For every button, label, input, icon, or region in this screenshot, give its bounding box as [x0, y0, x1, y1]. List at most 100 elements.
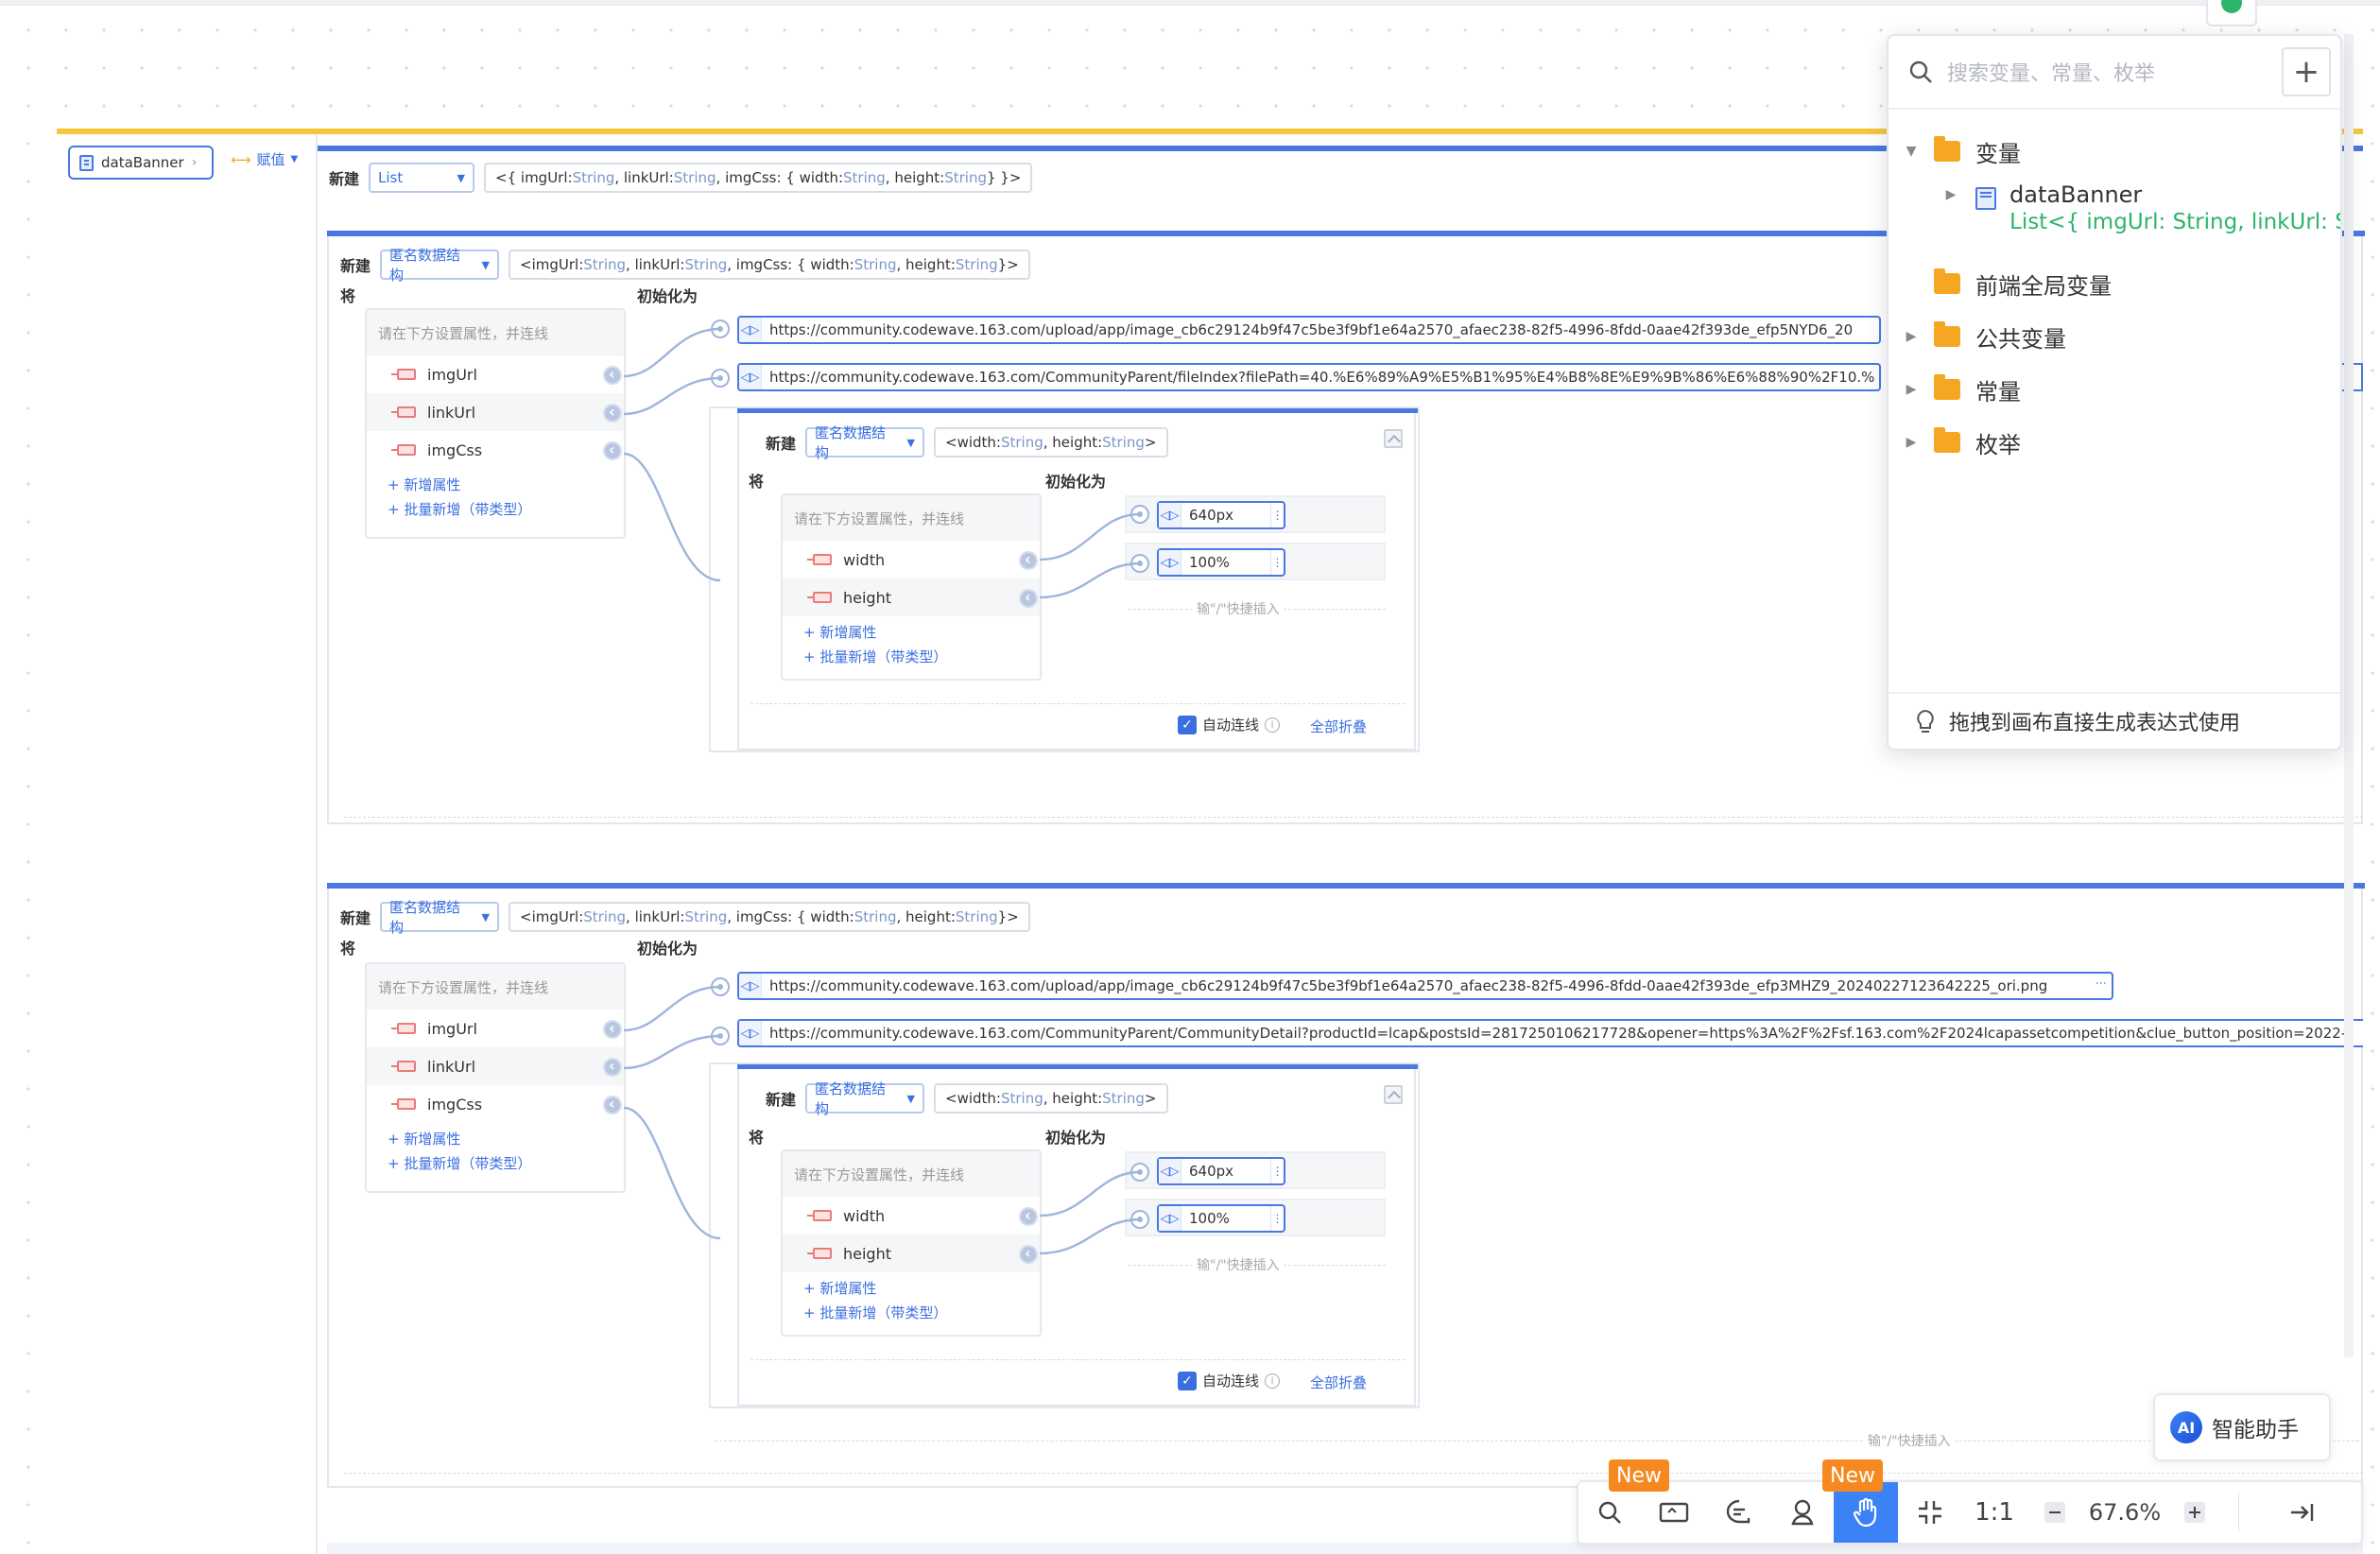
link-handle[interactable]	[603, 365, 622, 385]
quick-insert-hint[interactable]: 输"/"快捷插入	[1193, 1255, 1284, 1274]
assign-label: 赋值	[256, 151, 285, 168]
actual-size-label: 1:1	[1975, 1498, 2014, 1527]
link-handle[interactable]	[603, 1057, 622, 1077]
variable-search-input[interactable]: 搜索变量、常量、枚举	[1947, 57, 2155, 87]
more-icon[interactable]: ⋮	[1270, 1206, 1284, 1231]
add-property-link[interactable]: + 新增属性	[783, 620, 1040, 645]
url-value-field[interactable]: ◁▷ https://community.codewave.163.com/upl…	[737, 316, 1881, 344]
batch-add-link[interactable]: + 批量新增（带类型）	[367, 1151, 624, 1176]
fit-view-button[interactable]	[1898, 1482, 1962, 1543]
actual-size-button[interactable]: 1:1	[1962, 1482, 2026, 1543]
type-select[interactable]: 匿名数据结构 ▼	[805, 424, 925, 461]
add-property-link[interactable]: + 新增属性	[783, 1276, 1040, 1301]
fold-all-link[interactable]: 全部折叠	[1310, 717, 1367, 736]
tree-item-constants[interactable]: ▶ 常量	[1888, 363, 2340, 416]
property-list: 请在下方设置属性，并连线 imgUrl linkUrl imgCss + 新增属…	[365, 962, 626, 1193]
type-select[interactable]: 匿名数据结构 ▼	[380, 899, 500, 936]
property-name: linkUrl	[427, 403, 476, 422]
tree-item-dataBanner[interactable]: ▶ dataBanner List<{ imgUrl: String, link…	[1888, 178, 2340, 257]
property-row[interactable]: width	[783, 541, 1040, 578]
link-handle[interactable]	[603, 440, 622, 460]
more-icon[interactable]: ⋮	[1270, 550, 1284, 575]
url-value-field[interactable]: ◁▷ https://community.codewave.163.com/Com…	[737, 1019, 2363, 1047]
batch-add-link[interactable]: + 批量新增（带类型）	[783, 645, 1040, 669]
zoom-out-button[interactable]	[2026, 1482, 2083, 1543]
width-value-field[interactable]: ◁▷ 640px ⋮	[1157, 1157, 1285, 1185]
collapse-panel-button[interactable]	[2268, 1482, 2335, 1543]
input-port[interactable]	[1130, 1210, 1149, 1229]
height-value-field[interactable]: ◁▷ 100% ⋮	[1157, 1204, 1285, 1233]
comment-button[interactable]	[1707, 1482, 1771, 1543]
collapse-panel-icon[interactable]	[1384, 429, 1403, 448]
link-handle[interactable]	[603, 403, 622, 423]
input-port[interactable]	[711, 369, 730, 388]
property-row[interactable]: linkUrl	[367, 1047, 624, 1085]
input-port[interactable]	[1130, 554, 1149, 573]
property-row[interactable]: height	[783, 578, 1040, 616]
input-port[interactable]	[1130, 1163, 1149, 1182]
add-icon[interactable]: +	[2282, 47, 2331, 96]
ai-assistant-button[interactable]: AI 智能助手	[2153, 1393, 2331, 1461]
link-handle[interactable]	[1019, 1244, 1038, 1264]
quick-insert-hint[interactable]: 输"/"快捷插入	[1193, 599, 1284, 618]
checkbox-icon: ✓	[1178, 1371, 1197, 1390]
type-signature[interactable]: <{ imgUrl: String, linkUrl: String, imgC…	[484, 163, 1033, 193]
input-port[interactable]	[711, 977, 730, 996]
batch-add-link[interactable]: + 批量新增（带类型）	[783, 1301, 1040, 1325]
variable-picker-popup: 搜索变量、常量、枚举 + ▼ 变量 ▶ dataBanner List<{ img…	[1887, 34, 2342, 751]
type-select[interactable]: 匿名数据结构 ▼	[380, 247, 500, 284]
link-handle[interactable]	[1019, 588, 1038, 608]
type-signature[interactable]: <imgUrl: String, linkUrl: String, imgCss…	[509, 902, 1030, 932]
sig-type: String	[684, 908, 728, 925]
type-signature[interactable]: <imgUrl: String, linkUrl: String, imgCss…	[509, 250, 1030, 280]
url-value-field[interactable]: ◁▷ https://community.codewave.163.com/Com…	[737, 363, 1881, 391]
auto-link-checkbox[interactable]: ✓ 自动连线 i	[1178, 1371, 1281, 1390]
url-value-field[interactable]: ◁▷ https://community.codewave.163.com/upl…	[737, 972, 2113, 1000]
type-select-value: 匿名数据结构	[389, 247, 461, 284]
link-handle[interactable]	[603, 1095, 622, 1114]
assign-dropdown[interactable]: ⟷ 赋值 ▼	[231, 149, 298, 169]
link-handle[interactable]	[1019, 1206, 1038, 1226]
type-select-value: List	[378, 169, 404, 186]
property-name: height	[843, 1244, 891, 1263]
type-signature[interactable]: <width: String, height: String >	[934, 1083, 1168, 1114]
more-icon[interactable]: ⋮	[2095, 977, 2108, 989]
input-port[interactable]	[1130, 505, 1149, 524]
variable-chip[interactable]: dataBanner ›	[68, 146, 214, 180]
batch-add-link[interactable]: + 批量新增（带类型）	[367, 497, 624, 522]
more-icon[interactable]: ⋮	[1270, 503, 1284, 527]
property-row[interactable]: imgCss	[367, 1085, 624, 1123]
tree-item-variables[interactable]: ▼ 变量	[1888, 125, 2340, 178]
type-signature[interactable]: <width: String, height: String >	[934, 427, 1168, 458]
property-row[interactable]: linkUrl	[367, 393, 624, 431]
collapse-panel-icon[interactable]	[1384, 1085, 1403, 1104]
fold-all-link[interactable]: 全部折叠	[1310, 1373, 1367, 1392]
tree-item-frontend-global[interactable]: 前端全局变量	[1888, 257, 2340, 310]
width-value-field[interactable]: ◁▷ 640px ⋮	[1157, 501, 1285, 529]
property-row[interactable]: height	[783, 1235, 1040, 1272]
add-property-link[interactable]: + 新增属性	[367, 1127, 624, 1151]
type-select[interactable]: List ▼	[369, 163, 475, 193]
property-row[interactable]: imgUrl	[367, 355, 624, 393]
tree-item-enums[interactable]: ▶ 枚举	[1888, 416, 2340, 469]
new-label: 新建	[766, 1091, 797, 1109]
property-row[interactable]: imgCss	[367, 431, 624, 469]
property-row[interactable]: imgUrl	[367, 1010, 624, 1047]
input-port[interactable]	[711, 1027, 730, 1045]
more-icon[interactable]: ⋮	[1270, 1159, 1284, 1183]
sig-part: , height:	[885, 169, 945, 186]
add-property-link[interactable]: + 新增属性	[367, 473, 624, 497]
property-row[interactable]: width	[783, 1197, 1040, 1235]
zoom-in-button[interactable]	[2166, 1482, 2223, 1543]
sig-type: String	[854, 256, 897, 273]
scrollbar[interactable]	[2344, 34, 2354, 1357]
link-handle[interactable]	[603, 1019, 622, 1039]
height-value-field[interactable]: ◁▷ 100% ⋮	[1157, 548, 1285, 577]
link-handle[interactable]	[1019, 550, 1038, 570]
quick-insert-hint[interactable]: 输"/"快捷插入	[1864, 1431, 1955, 1450]
auto-link-checkbox[interactable]: ✓ 自动连线 i	[1178, 715, 1281, 734]
sig-part: , height:	[896, 256, 956, 273]
type-select[interactable]: 匿名数据结构 ▼	[805, 1080, 925, 1117]
tree-item-public-vars[interactable]: ▶ 公共变量	[1888, 310, 2340, 363]
input-port[interactable]	[711, 319, 730, 338]
